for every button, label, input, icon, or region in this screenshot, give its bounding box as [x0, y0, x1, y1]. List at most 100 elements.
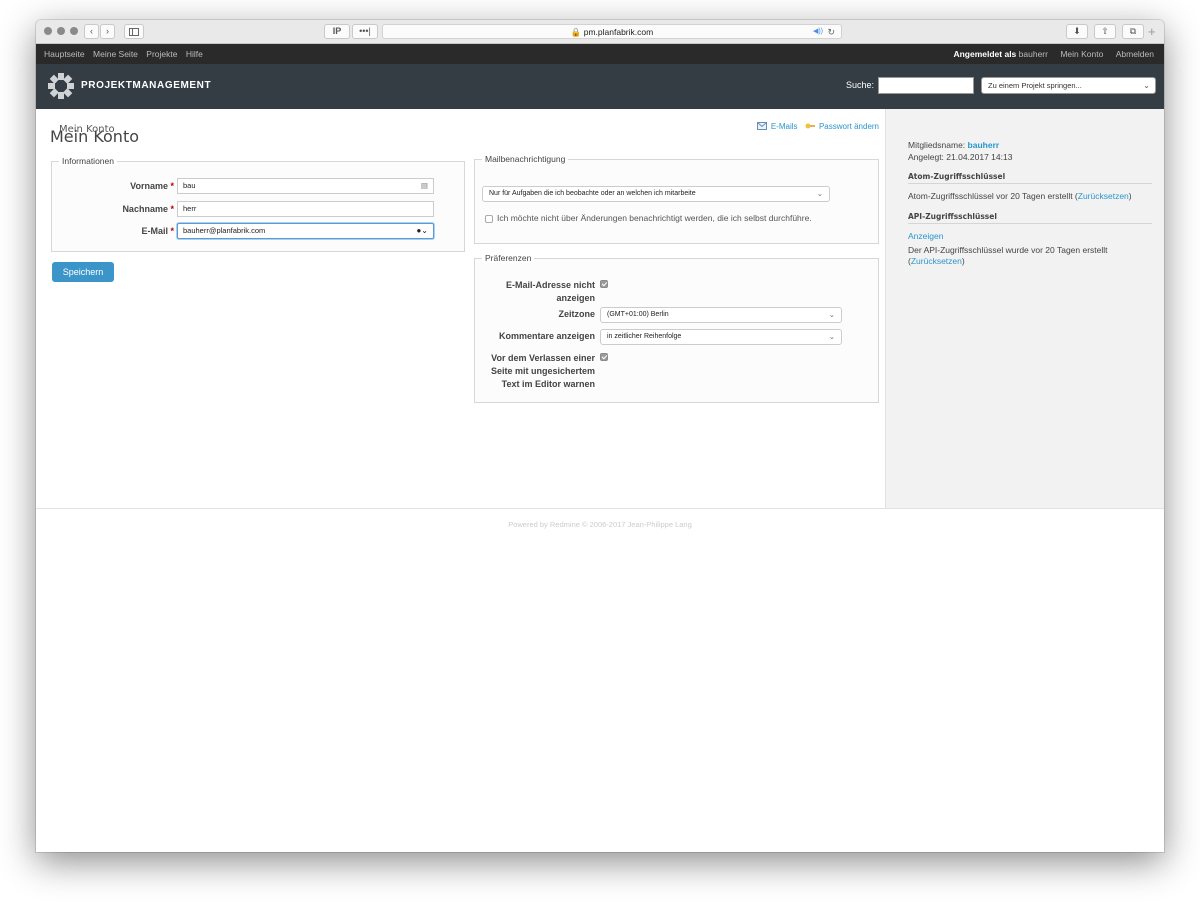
member-name-link[interactable]: bauherr — [968, 140, 1000, 150]
menu-my-account[interactable]: Mein Konto — [1060, 49, 1103, 59]
atom-key-reset-link[interactable]: Zurücksetzen — [1078, 191, 1129, 201]
footer-divider — [36, 508, 1164, 509]
audio-icon[interactable]: ◀)) — [813, 25, 823, 39]
warn-unsaved-checkbox[interactable] — [600, 353, 608, 361]
menu-projects[interactable]: Projekte — [146, 49, 177, 59]
warn-label-line1: Vor dem Verlassen einer — [491, 353, 595, 363]
email-icon — [756, 122, 767, 132]
api-key-reset-link[interactable]: Zurücksetzen — [911, 256, 962, 266]
share-icon[interactable]: ⇧ — [1094, 24, 1116, 39]
firstname-value: bau — [183, 181, 196, 190]
project-jump-placeholder: Zu einem Projekt springen... — [988, 81, 1082, 90]
mail-notification-value: Nur für Aufgaben die ich beobachte oder … — [489, 190, 696, 197]
hide-mail-label-line2: anzeigen — [556, 293, 595, 303]
api-key-show-link[interactable]: Anzeigen — [908, 231, 943, 241]
timezone-label: Zeitzone — [558, 309, 595, 319]
lastname-value: herr — [183, 204, 197, 213]
browser-window: ‹ › IP •••| 🔒 pm.planfabrik.com ◀)) ↻ ⬇ … — [36, 20, 1164, 852]
email-input[interactable]: bauherr@planfabrik.com ●⌄ — [177, 223, 434, 239]
chevron-down-icon: ⌄ — [828, 332, 835, 341]
menu-home[interactable]: Hauptseite — [44, 49, 85, 59]
contextual-links: E-Mails Passwort ändern — [755, 122, 879, 132]
warn-label-line2: Seite mit ungesichertem — [490, 366, 595, 376]
mail-legend: Mailbenachrichtigung — [482, 154, 569, 164]
email-label: E-Mail * — [96, 226, 174, 236]
sidebar-title: Mein Konto — [59, 124, 115, 135]
email-value: bauherr@planfabrik.com — [183, 226, 266, 235]
menu-my-page[interactable]: Meine Seite — [93, 49, 138, 59]
sidebar — [885, 109, 1164, 508]
url-text: pm.planfabrik.com — [583, 27, 654, 37]
tabs-overview-icon[interactable]: ⧉ — [1122, 24, 1144, 39]
ip-extension-button[interactable]: IP — [324, 24, 350, 39]
firstname-input[interactable]: bau ▤ — [177, 178, 434, 194]
search-input[interactable] — [878, 77, 974, 94]
brand-logo-icon — [48, 73, 74, 99]
project-jump-select[interactable]: Zu einem Projekt springen... ⌄ — [981, 77, 1156, 94]
autofill-contact-icon[interactable]: ●⌄ — [416, 224, 428, 238]
created-date: Angelegt: 21.04.2017 14:13 — [908, 152, 1013, 162]
lastname-input[interactable]: herr — [177, 201, 434, 217]
api-key-text: Der API-Zugriffsschlüssel wurde vor 20 T… — [908, 245, 1148, 267]
download-icon[interactable]: ⬇ — [1066, 24, 1088, 39]
firstname-label: Vorname * — [96, 181, 174, 191]
timezone-select[interactable]: (GMT+01:00) Berlin ⌄ — [600, 307, 842, 323]
sidebar-toggle-icon[interactable] — [124, 24, 144, 39]
extension-dots-button[interactable]: •••| — [352, 24, 378, 39]
email-label-text: E-Mail — [141, 226, 168, 236]
required-mark: * — [170, 181, 174, 191]
preferences-legend: Präferenzen — [482, 253, 535, 263]
logged-in-user-link[interactable]: bauherr — [1019, 49, 1048, 59]
comments-order-select[interactable]: in zeitlicher Reihenfolge ⌄ — [600, 329, 842, 345]
minimize-window-button[interactable] — [57, 27, 65, 35]
search-label: Suche: — [846, 80, 875, 90]
footer-text: Powered by Redmine © 2006-2017 Jean-Phil… — [508, 520, 692, 529]
back-icon[interactable]: ‹ — [84, 24, 99, 39]
warn-unsaved-label: Vor dem Verlassen einer Seite mit ungesi… — [476, 352, 595, 391]
self-notify-checkbox[interactable] — [485, 215, 493, 223]
info-legend: Informationen — [59, 156, 117, 166]
logged-in-prefix: Angemeldet als — [953, 49, 1017, 59]
warn-label-line3: Text im Editor warnen — [501, 379, 595, 389]
reload-icon[interactable]: ↻ — [827, 25, 835, 39]
lastname-label: Nachname * — [96, 204, 174, 214]
change-password-link[interactable]: Passwort ändern — [819, 122, 879, 131]
chevron-down-icon: ⌄ — [1143, 81, 1150, 90]
save-button[interactable]: Speichern — [52, 262, 114, 282]
hide-mail-label-line1: E-Mail-Adresse nicht — [505, 280, 595, 290]
menu-logout[interactable]: Abmelden — [1116, 49, 1154, 59]
brand-title[interactable]: PROJEKTMANAGEMENT — [81, 80, 211, 91]
site-header: PROJEKTMANAGEMENT Suche: Zu einem Projek… — [36, 64, 1164, 109]
comments-order-label: Kommentare anzeigen — [498, 331, 595, 341]
menu-help[interactable]: Hilfe — [186, 49, 203, 59]
hide-mail-checkbox[interactable] — [600, 280, 608, 288]
atom-key-heading: Atom-Zugriffsschlüssel — [908, 172, 1152, 184]
address-bar[interactable]: 🔒 pm.planfabrik.com ◀)) ↻ — [382, 24, 842, 39]
api-key-heading: API-Zugriffsschlüssel — [908, 212, 1152, 224]
emails-link[interactable]: E-Mails — [771, 122, 798, 131]
timezone-value: (GMT+01:00) Berlin — [607, 311, 669, 318]
required-mark: * — [170, 204, 174, 214]
atom-key-description: Atom-Zugriffsschlüssel vor 20 Tagen erst… — [908, 191, 1078, 201]
required-mark: * — [170, 226, 174, 236]
api-key-close-paren: ) — [961, 256, 965, 266]
atom-key-text: Atom-Zugriffsschlüssel vor 20 Tagen erst… — [908, 191, 1132, 201]
atom-key-close-paren: ) — [1128, 191, 1132, 201]
zoom-window-button[interactable] — [70, 27, 78, 35]
member-name-line: Mitgliedsname: bauherr — [908, 140, 999, 150]
api-key-description: Der API-Zugriffsschlüssel wurde vor 20 T… — [908, 245, 1108, 255]
self-notify-label: Ich möchte nicht über Änderungen benachr… — [497, 213, 812, 223]
close-window-button[interactable] — [44, 27, 52, 35]
chevron-down-icon: ⌄ — [828, 310, 835, 319]
browser-toolbar: ‹ › IP •••| 🔒 pm.planfabrik.com ◀)) ↻ ⬇ … — [36, 20, 1164, 44]
lastname-label-text: Nachname — [122, 204, 168, 214]
logged-in-status: Angemeldet als bauherr — [953, 49, 1048, 59]
new-tab-icon[interactable]: + — [1148, 24, 1156, 39]
hide-mail-label: E-Mail-Adresse nicht anzeigen — [476, 279, 595, 305]
member-prefix: Mitgliedsname: — [908, 140, 966, 150]
top-menu: Hauptseite Meine Seite Projekte Hilfe An… — [36, 44, 1164, 64]
forward-icon[interactable]: › — [100, 24, 115, 39]
mail-notification-select[interactable]: Nur für Aufgaben die ich beobachte oder … — [482, 186, 830, 202]
firstname-label-text: Vorname — [130, 181, 168, 191]
contact-card-icon[interactable]: ▤ — [421, 179, 428, 193]
